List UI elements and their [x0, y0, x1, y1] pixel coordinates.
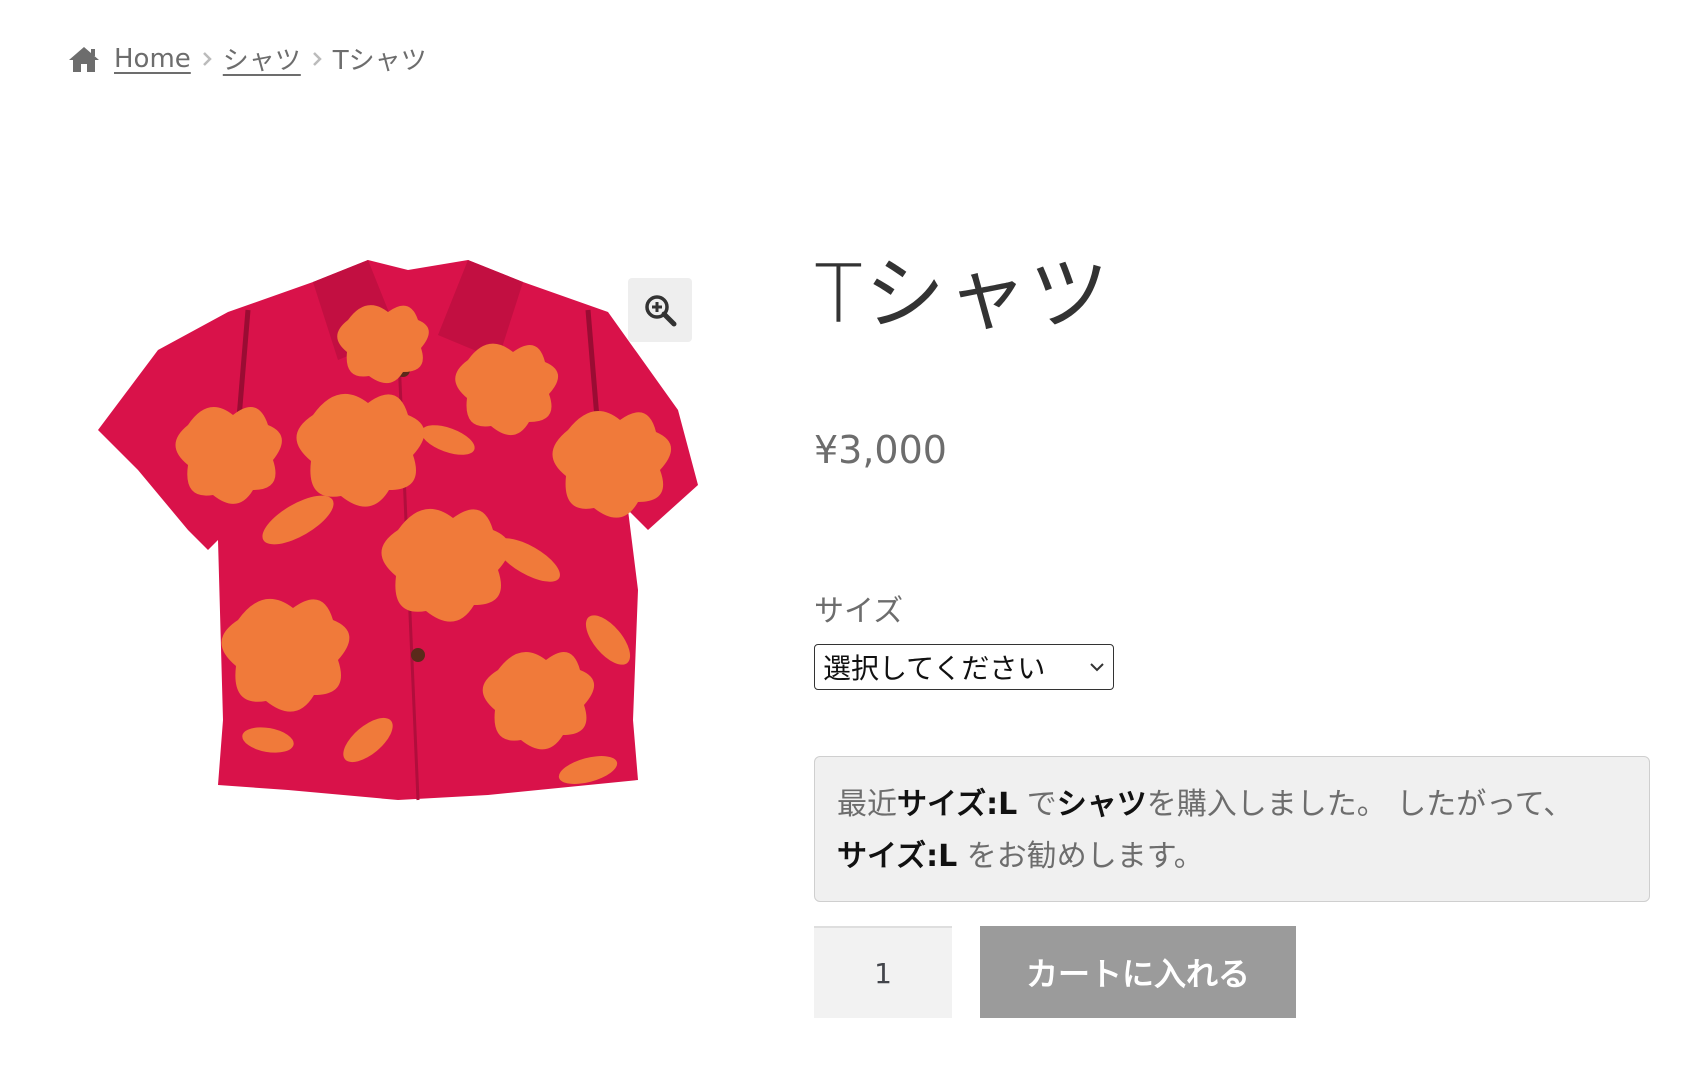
breadcrumb-home-link[interactable]: Home	[114, 44, 191, 74]
product-summary: Tシャツ ¥3,000 サイズ 選択してください 最近サイズ:L でシャツを購入…	[814, 240, 1654, 1018]
breadcrumb: Home シャツ Tシャツ	[68, 40, 427, 77]
zoom-in-icon	[645, 295, 677, 327]
recommend-suffix: をお勧めします。	[957, 839, 1204, 874]
add-to-cart-button[interactable]: カートに入れる	[980, 926, 1296, 1018]
product-gallery	[68, 240, 708, 840]
product-price: ¥3,000	[814, 428, 947, 472]
breadcrumb-current: Tシャツ	[332, 46, 427, 76]
product-title: Tシャツ	[814, 248, 1111, 341]
size-select-value: 選択してください	[823, 652, 1046, 685]
breadcrumb-category-link[interactable]: シャツ	[223, 40, 301, 77]
quantity-input[interactable]: 1	[814, 926, 952, 1018]
size-recommendation-notice: 最近サイズ:L でシャツを購入しました。 したがって、 サイズ:L をお勧めしま…	[814, 756, 1650, 902]
home-icon[interactable]	[68, 45, 100, 73]
recommend-size-1: サイズ:L	[897, 787, 1018, 822]
size-label: サイズ	[814, 594, 904, 629]
hawaiian-shirt-image[interactable]	[68, 240, 708, 840]
recommend-prefix: 最近	[837, 787, 897, 822]
recommend-size-2: サイズ:L	[837, 839, 958, 874]
product-page: Home シャツ Tシャツ Tシャツ ¥3,000 サイズ 選択してください 最…	[0, 0, 1702, 1088]
chevron-right-icon	[312, 51, 322, 66]
zoom-button[interactable]	[628, 278, 692, 342]
recommend-product: シャツ	[1056, 787, 1147, 822]
chevron-down-icon	[1090, 663, 1104, 672]
recommend-mid-1: で	[1017, 787, 1057, 822]
size-select[interactable]: 選択してください	[814, 644, 1114, 690]
chevron-right-icon	[202, 51, 212, 66]
recommend-mid-2: を購入しました。 したがって、	[1146, 787, 1574, 822]
